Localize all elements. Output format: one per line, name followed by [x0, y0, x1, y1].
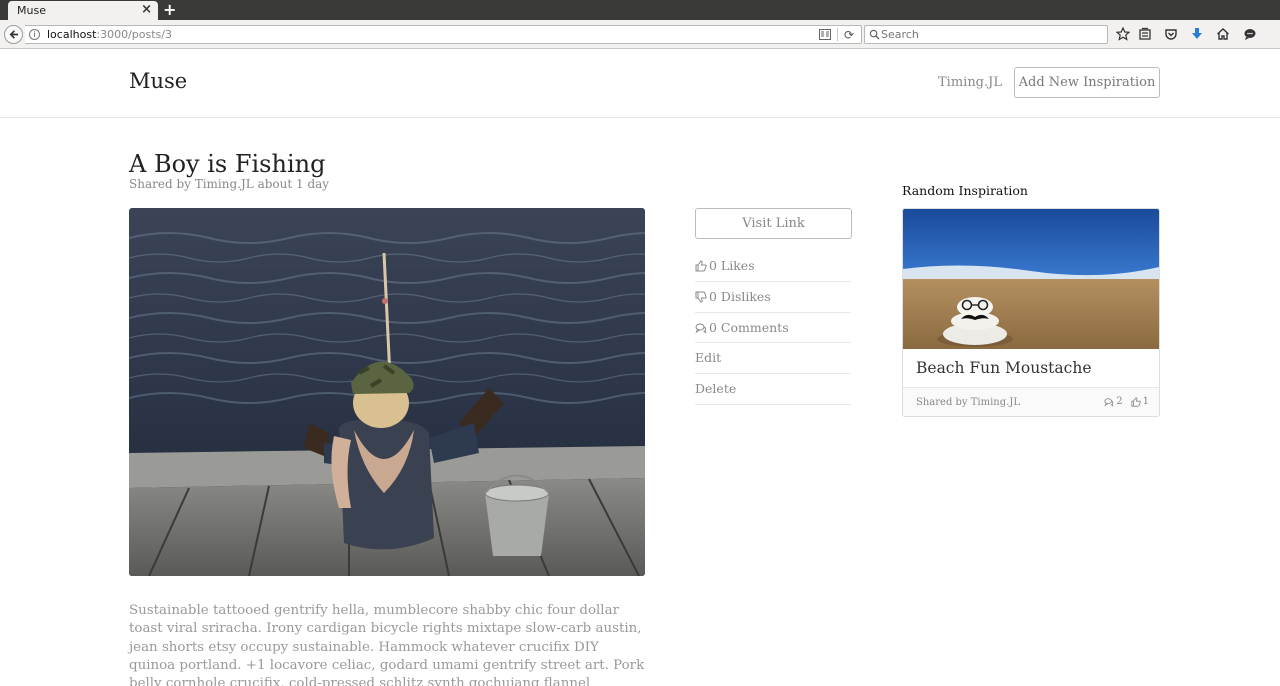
- thumbs-down-icon: [695, 291, 707, 303]
- site-header: Muse Timing.JL Add New Inspiration: [0, 49, 1280, 118]
- card-stats: 2 1: [1096, 396, 1149, 407]
- browser-toolbar: i localhost:3000/posts/3 ⟳: [0, 20, 1280, 49]
- post-actions: 0 Likes 0 Dislikes 0 Comments Edit Delet…: [695, 251, 851, 405]
- url-bar[interactable]: i localhost:3000/posts/3 ⟳: [25, 25, 862, 44]
- back-button[interactable]: [4, 25, 23, 44]
- url-divider: [837, 28, 838, 41]
- card-likes-count: 1: [1142, 396, 1149, 407]
- url-host: localhost: [47, 28, 97, 41]
- home-icon[interactable]: [1216, 27, 1230, 41]
- search-icon: [869, 29, 880, 40]
- url-path: :3000/posts/3: [96, 28, 172, 41]
- post-image: [129, 208, 645, 576]
- thumbs-up-icon: [1131, 396, 1141, 407]
- boy-fishing-photo: [129, 208, 645, 576]
- info-icon[interactable]: i: [29, 29, 40, 40]
- visit-link-button[interactable]: Visit Link: [695, 208, 852, 239]
- reload-icon[interactable]: ⟳: [844, 28, 854, 42]
- post-body: Sustainable tattooed gentrify hella, mum…: [129, 603, 645, 686]
- browser-tab[interactable]: Muse ×: [8, 1, 158, 20]
- bookmark-star-icon[interactable]: [1116, 27, 1130, 41]
- chat-icon[interactable]: [1243, 27, 1257, 41]
- user-link[interactable]: Timing.JL: [938, 75, 1002, 90]
- card-shared-by: Shared by Timing.JL: [916, 397, 1020, 408]
- download-icon[interactable]: [1190, 27, 1204, 41]
- comments-action[interactable]: 0 Comments: [695, 313, 851, 344]
- comments-icon: [695, 322, 707, 334]
- pocket-icon[interactable]: [1164, 27, 1178, 41]
- dislikes-count: 0 Dislikes: [709, 288, 771, 304]
- post-title: A Boy is Fishing: [129, 150, 326, 178]
- edit-label: Edit: [695, 350, 722, 366]
- edit-action[interactable]: Edit: [695, 343, 851, 375]
- new-tab-button[interactable]: +: [163, 0, 176, 19]
- delete-label: Delete: [695, 381, 737, 397]
- browser-tab-bar: Muse × +: [0, 0, 1280, 20]
- library-icon[interactable]: [1138, 27, 1152, 41]
- delete-action[interactable]: Delete: [695, 374, 851, 405]
- card-image[interactable]: [903, 209, 1159, 349]
- comments-count: 0 Comments: [709, 319, 789, 335]
- likes-count: 0 Likes: [709, 258, 755, 273]
- reader-view-icon[interactable]: [819, 29, 831, 40]
- card-likes-stat: 1: [1131, 396, 1149, 407]
- tab-title: Muse: [17, 4, 46, 17]
- search-bar[interactable]: [864, 25, 1108, 44]
- add-new-inspiration-button[interactable]: Add New Inspiration: [1014, 67, 1160, 98]
- card-footer: Shared by Timing.JL 2 1: [903, 387, 1159, 416]
- beach-moustache-photo: [903, 209, 1159, 349]
- url-text[interactable]: localhost:3000/posts/3: [47, 28, 172, 41]
- card-title[interactable]: Beach Fun Moustache: [916, 359, 1092, 377]
- random-inspiration-heading: Random Inspiration: [902, 183, 1028, 198]
- card-comments-stat: 2: [1104, 396, 1123, 407]
- thumbs-up-icon: [695, 260, 707, 272]
- tab-close-button[interactable]: ×: [141, 2, 152, 17]
- search-input[interactable]: [881, 27, 1101, 42]
- dislikes-action[interactable]: 0 Dislikes: [695, 282, 851, 313]
- brand-logo[interactable]: Muse: [129, 69, 187, 93]
- card-comments-count: 2: [1116, 396, 1123, 407]
- post-meta: Shared by Timing.JL about 1 day: [129, 177, 330, 191]
- likes-action[interactable]: 0 Likes: [695, 251, 851, 282]
- back-icon: [9, 30, 19, 39]
- inspiration-card[interactable]: Beach Fun Moustache Shared by Timing.JL …: [902, 208, 1160, 417]
- comments-icon: [1104, 397, 1114, 407]
